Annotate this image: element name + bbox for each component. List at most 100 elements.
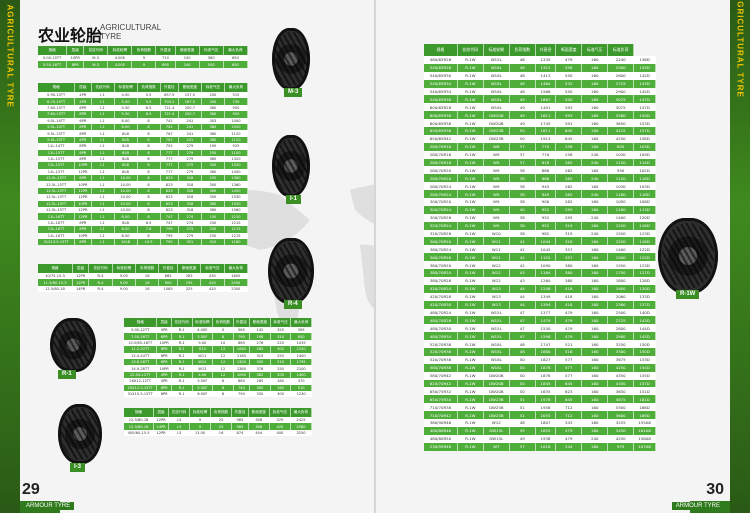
table-cell: 1827	[535, 355, 557, 364]
tyre-r1w-image	[658, 218, 718, 294]
table-cell: 1530	[535, 324, 557, 333]
table-cell: 5.50-16TT	[38, 61, 68, 68]
spec-table-r1w: 规格 花纹代码 标准轮辋 负荷指数 外直径 断面宽度 标准气压 标准负荷 480/65R28 R-…	[424, 44, 656, 451]
table-header-row: 规格 花纹代码 标准轮辋 负荷指数 外直径 断面宽度 标准气压 标准负荷	[424, 44, 656, 56]
table-cell: DW20B	[483, 387, 510, 396]
table-cell: 160	[581, 56, 609, 64]
column-header: 外直径	[535, 44, 557, 56]
tyre-label-r4: R-4	[284, 300, 302, 309]
table-cell: 160	[581, 332, 609, 341]
table-cell: 645	[555, 395, 583, 404]
table-cell: 244	[555, 442, 583, 451]
table-cell: 520/70R38	[424, 347, 458, 356]
table-cell: 38	[509, 190, 536, 199]
table-row: 480/70R30 R-1W W15L 47 1530 479 160 2800 144D	[424, 324, 656, 333]
table-row: 380/90R46 R-1W W12 48 1807 343 160 3255 155A8	[424, 418, 656, 427]
table-cell: DW20B	[483, 119, 510, 128]
table-cell: 945	[535, 182, 557, 191]
table-cell: 103D	[633, 182, 656, 191]
table-cell: W13	[483, 300, 510, 309]
table-cell: 157D	[633, 127, 656, 135]
table-cell: 160	[581, 127, 609, 135]
column-header: 最大负荷	[290, 408, 313, 417]
table-cell: R-1W	[457, 245, 484, 254]
table-cell: R-1W	[457, 111, 484, 120]
table-cell: 155A8	[633, 418, 656, 427]
table-cell: 43	[509, 276, 536, 285]
table-cell: 479	[555, 56, 583, 64]
table-row: 320/70R28 R-1W W10 38 982 319 240 1550 123D	[424, 229, 656, 238]
column-header: 外直径	[233, 318, 251, 327]
table-cell: 258	[555, 150, 583, 159]
table-cell: 4250	[607, 134, 635, 143]
table-cell: 140D	[633, 308, 656, 317]
table-cell: 950	[607, 166, 635, 175]
table-cell: 44	[509, 292, 536, 301]
table-cell: W16L	[483, 63, 510, 72]
table-cell: DW25B	[483, 403, 510, 412]
table-cell: 770	[535, 142, 557, 151]
column-header: 标准气压	[201, 83, 225, 92]
table-cell: 1018	[535, 442, 557, 451]
table-cell: 160	[581, 363, 609, 372]
table-cell: 50	[509, 387, 536, 396]
table-cell: R-1W	[457, 355, 484, 364]
table-cell: 109D	[633, 150, 656, 159]
table-row: 600/65R38 R-1W DW20B 49 1745 591 160 3650 153D	[424, 119, 656, 128]
table-cell: 418	[555, 292, 583, 301]
table-cell: 520/70R38	[424, 340, 458, 348]
table-row: 540/65R34 R-1W W18L 48 1464 532 160 2725 143D	[424, 79, 656, 88]
table-cell: 47	[509, 324, 536, 333]
tyre-label-i3: I-3	[70, 463, 86, 472]
column-header: 标准轮辋	[107, 46, 133, 55]
table-cell: 2240	[607, 56, 635, 64]
table-cell: 2725	[607, 79, 635, 88]
table-cell: W18L	[483, 363, 510, 372]
table-cell: 1913	[535, 134, 557, 143]
table-cell: 262	[555, 174, 583, 183]
table-cell: W18L	[483, 71, 510, 80]
table-cell: 1938	[535, 434, 557, 443]
table-cell: R-1W	[457, 284, 484, 293]
table-cell: R-1	[171, 390, 193, 398]
table-cell: 160	[581, 103, 609, 112]
table-cell: 1566	[535, 87, 557, 96]
brand-label-left: ARMOUR TYRE	[22, 502, 75, 510]
table-cell: 380	[555, 269, 583, 277]
table-cell: 1845	[535, 379, 557, 388]
table-cell: 949	[535, 190, 557, 199]
table-cell: 1500	[607, 253, 635, 262]
spec-table-m3: 规格 层级 花纹代码 标准轮辋 负荷指数 外直径 断面宽度 标准气压 最大负荷 5.00-15TT…	[38, 46, 249, 68]
table-cell: 38	[509, 221, 536, 230]
table-row: 520/70R38 R-1W W18L 48 1680 516 160 3300 150D	[424, 347, 656, 356]
table-cell: R-1W	[457, 87, 484, 96]
table-cell: 1900	[607, 284, 635, 293]
table-cell: 4350	[607, 379, 635, 388]
table-cell: 262	[555, 158, 583, 167]
table-cell: DW20B	[483, 371, 510, 380]
table-cell: 160	[581, 269, 609, 277]
table-cell: R-1W	[457, 182, 484, 191]
column-header: 规格	[424, 44, 458, 56]
table-cell: 1250	[607, 237, 635, 246]
table-cell: 952	[535, 213, 557, 222]
table-cell: 3675	[607, 355, 635, 364]
table-cell: R-1W	[457, 56, 484, 64]
table-cell: 160	[581, 253, 609, 262]
table-cell: 123D	[633, 229, 656, 238]
table-cell: 240	[581, 229, 609, 238]
table-cell: 48	[509, 347, 536, 356]
table-cell: 593	[555, 111, 583, 120]
table-cell: W9	[483, 174, 510, 183]
table-cell: W15L	[483, 332, 510, 341]
table-cell: 3255	[607, 418, 635, 427]
table-cell: 280/70R20	[424, 166, 458, 175]
table-cell: 520/70R38	[424, 355, 458, 364]
table-cell: 650/65R42	[424, 134, 458, 143]
table-cell: 818	[535, 158, 557, 167]
table-cell: W9	[483, 158, 510, 167]
table-cell: 102D	[633, 166, 656, 175]
column-header: 标准轮辋	[483, 44, 510, 56]
spec-table-i3: 规格 层级 花纹代码 标准轮辋 负荷指数 外直径 断面宽度 标准气压 最大负荷 12.5/80-1…	[124, 408, 313, 437]
table-cell: W12	[483, 269, 510, 277]
